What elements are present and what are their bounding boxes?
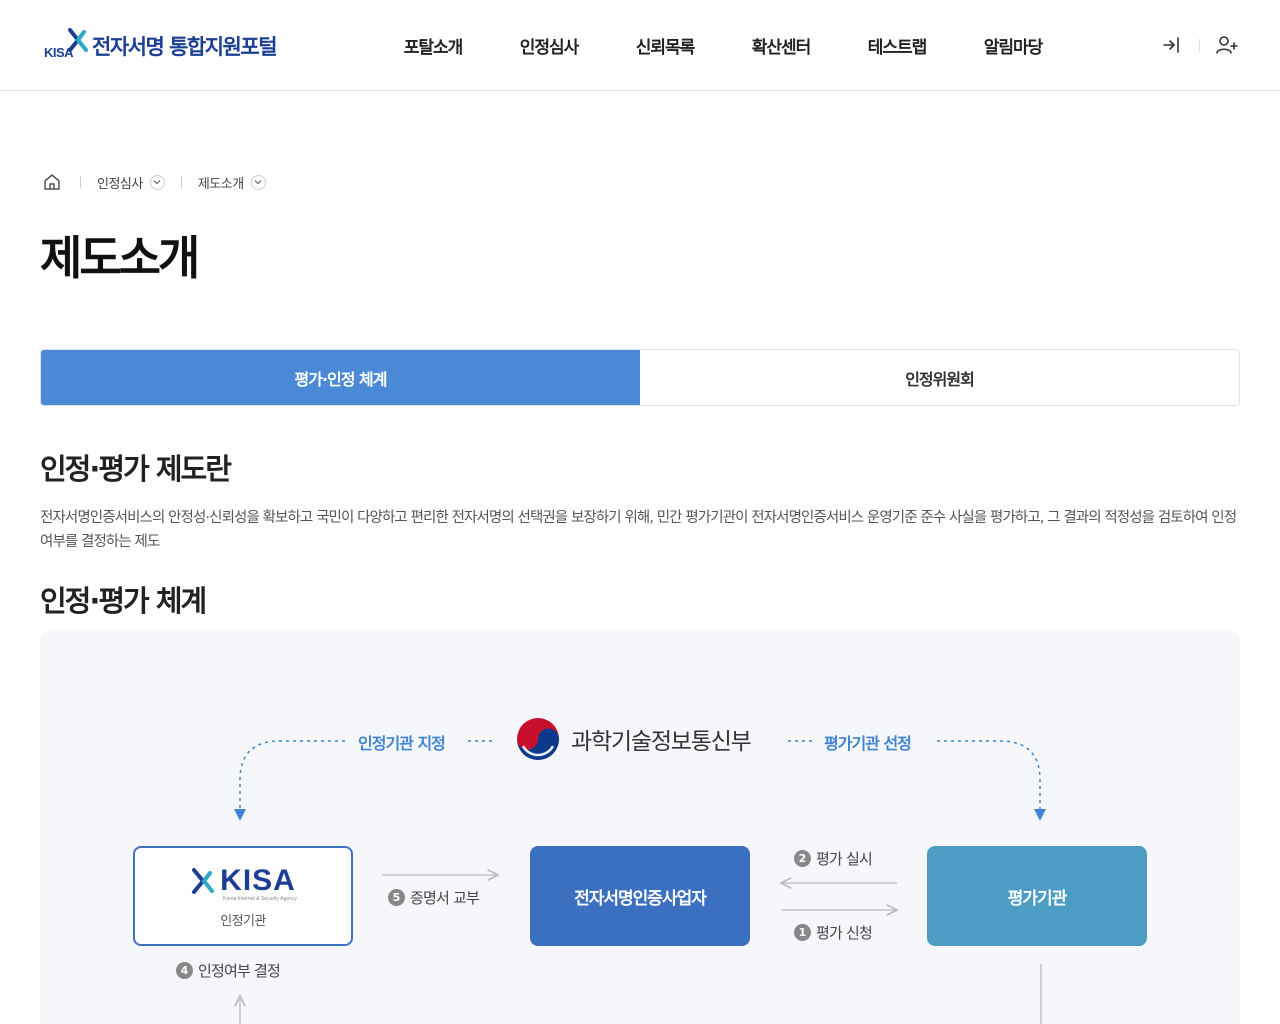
step-2: 2 평가 실시 bbox=[794, 848, 873, 869]
chevron-down-icon bbox=[149, 174, 165, 190]
chevron-down-icon bbox=[250, 174, 266, 190]
site-title: 전자서명 통합지원포털 bbox=[92, 35, 278, 59]
ministry-emblem-icon bbox=[517, 718, 559, 760]
certification-agency-label: 인정기관 bbox=[220, 913, 266, 929]
step-4: 4 인정여부 결정 bbox=[176, 960, 281, 981]
logo-kisa-text: KISA bbox=[44, 45, 74, 60]
site-logo[interactable]: KISA 전자서명 통합지원포털 bbox=[42, 26, 278, 66]
breadcrumb-divider bbox=[180, 176, 182, 188]
certification-diagram: 인정기관 지정 과학기술정보통신부 평가기관 선정 KISA Korea Int… bbox=[40, 630, 1240, 1024]
login-icon[interactable] bbox=[1159, 32, 1185, 58]
main-nav: 포탈소개 인정심사 신뢰목록 확산센터 테스트랩 알림마당 bbox=[375, 0, 1071, 90]
section-description: 전자서명인증서비스의 안정성·신뢰성을 확보하고 국민이 다양하고 편리한 전자… bbox=[40, 510, 1237, 550]
tab-committee[interactable]: 인정위원회 bbox=[640, 350, 1239, 405]
content-tabs: 평가·인정 체계 인정위원회 bbox=[40, 349, 1240, 406]
step-number-badge: 1 bbox=[794, 924, 811, 941]
kisa-logo-mark: KISA bbox=[42, 28, 92, 64]
box-certification-agency: KISA Korea Internet & Security Agency 인정… bbox=[133, 846, 353, 946]
util-menu bbox=[1159, 32, 1240, 58]
step-number-badge: 2 bbox=[794, 850, 811, 867]
user-add-icon[interactable] bbox=[1214, 32, 1240, 58]
step-label: 평가 실시 bbox=[816, 850, 873, 868]
nav-spread-center[interactable]: 확산센터 bbox=[723, 33, 839, 58]
step-label: 인정여부 결정 bbox=[198, 962, 281, 980]
section-title-structure: 인정·평가 체계 bbox=[40, 584, 207, 618]
tab-evaluation-system[interactable]: 평가·인정 체계 bbox=[41, 350, 640, 405]
nav-certification-review[interactable]: 인정심사 bbox=[491, 33, 607, 58]
section-title-system: 인정·평가 제도란 bbox=[40, 452, 232, 486]
kisa-logo-icon bbox=[192, 867, 215, 894]
util-divider bbox=[1199, 39, 1200, 51]
breadcrumb-label: 인정심사 bbox=[97, 176, 143, 192]
label-select-evaluator: 평가기관 선정 bbox=[824, 734, 912, 753]
breadcrumb: 인정심사 제도소개 bbox=[40, 170, 266, 194]
site-header: KISA 전자서명 통합지원포털 포탈소개 인정심사 신뢰목록 확산센터 테스트… bbox=[0, 0, 1280, 91]
step-number-badge: 5 bbox=[388, 889, 405, 906]
kisa-logo-subtext: Korea Internet & Security Agency bbox=[223, 895, 297, 902]
breadcrumb-item-system-intro[interactable]: 제도소개 bbox=[198, 173, 266, 192]
breadcrumb-label: 제도소개 bbox=[197, 176, 244, 192]
kisa-logo: KISA bbox=[190, 864, 296, 898]
nav-trust-list[interactable]: 신뢰목록 bbox=[607, 33, 723, 58]
page-title: 제도소개 bbox=[40, 231, 200, 285]
nav-portal-intro[interactable]: 포탈소개 bbox=[375, 33, 491, 58]
box-evaluation-agency: 평가기관 bbox=[927, 846, 1147, 946]
label-designate-certifier: 인정기관 지정 bbox=[358, 734, 446, 753]
nav-test-lab[interactable]: 테스트랩 bbox=[839, 33, 955, 58]
step-label: 평가 신청 bbox=[816, 924, 873, 942]
kisa-logo-text: KISA bbox=[220, 863, 296, 897]
step-number-badge: 4 bbox=[176, 962, 193, 979]
ministry: 과학기술정보통신부 bbox=[515, 716, 752, 762]
box-service-provider: 전자서명인증사업자 bbox=[530, 846, 750, 946]
step-label: 증명서 교부 bbox=[410, 889, 480, 907]
step-1: 1 평가 신청 bbox=[794, 922, 873, 943]
home-icon[interactable] bbox=[40, 170, 64, 194]
breadcrumb-divider bbox=[80, 176, 81, 188]
ministry-name: 과학기술정보통신부 bbox=[571, 729, 752, 755]
step-5: 5 증명서 교부 bbox=[388, 887, 480, 908]
breadcrumb-item-certification[interactable]: 인정심사 bbox=[97, 173, 165, 192]
nav-notice[interactable]: 알림마당 bbox=[955, 33, 1071, 58]
